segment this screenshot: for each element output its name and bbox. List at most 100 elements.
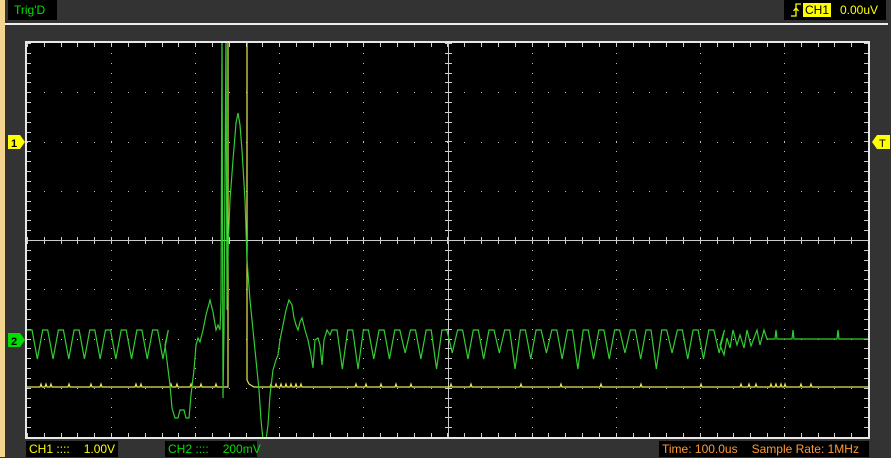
grid-mark	[363, 171, 364, 172]
grid-mark	[111, 237, 112, 244]
grid-mark	[532, 53, 533, 54]
grid-mark	[313, 43, 314, 47]
grid-mark	[27, 82, 31, 83]
grid-mark	[195, 270, 196, 271]
grid-mark	[582, 92, 583, 93]
grid-mark	[801, 191, 802, 192]
grid-mark	[666, 237, 667, 244]
grid-mark	[279, 220, 280, 221]
grid-mark	[279, 279, 280, 280]
grid-mark	[195, 417, 196, 418]
grid-mark	[445, 417, 452, 418]
grid-mark	[851, 433, 852, 437]
grid-mark	[700, 220, 701, 221]
grid-mark	[864, 151, 868, 152]
grid-mark	[111, 230, 112, 231]
grid-mark	[111, 181, 112, 182]
ch1-marker[interactable]: 1	[8, 135, 25, 150]
grid-mark	[700, 358, 701, 359]
grid-mark	[279, 368, 280, 369]
grid-mark	[767, 142, 768, 143]
ch2-marker[interactable]: 2	[8, 333, 25, 348]
grid-mark	[262, 289, 263, 290]
grid-mark	[397, 43, 398, 47]
grid-mark	[178, 237, 179, 244]
grid-mark	[784, 433, 785, 437]
grid-mark	[128, 388, 129, 389]
grid-mark	[27, 132, 31, 133]
grid-mark	[445, 181, 452, 182]
grid-mark	[700, 260, 701, 261]
grid-mark	[262, 191, 263, 192]
grid-mark	[397, 433, 398, 437]
grid-mark	[532, 427, 533, 428]
grid-mark	[864, 329, 868, 330]
grid-mark	[784, 191, 785, 192]
grid-mark	[700, 270, 701, 271]
grid-mark	[27, 122, 31, 123]
grid-mark	[864, 309, 868, 310]
grid-mark	[532, 151, 533, 152]
grid-mark	[616, 191, 617, 192]
grid-mark	[633, 433, 634, 437]
grid-mark	[834, 388, 835, 389]
grid-mark	[683, 289, 684, 290]
grid-mark	[279, 82, 280, 83]
grid-mark	[666, 388, 667, 389]
grid-mark	[616, 92, 617, 93]
trigger-level-marker[interactable]: T	[872, 135, 890, 150]
ch1-label: CH1	[29, 442, 54, 456]
grid-mark	[633, 339, 634, 340]
grid-mark	[864, 250, 868, 251]
grid-mark	[851, 289, 852, 290]
grid-mark	[44, 43, 45, 47]
grid-mark	[44, 289, 45, 290]
grid-mark	[864, 427, 868, 428]
grid-mark	[767, 237, 768, 244]
grid-mark	[700, 309, 701, 310]
grid-mark	[195, 309, 196, 310]
grid-mark	[178, 142, 179, 143]
grid-mark	[212, 191, 213, 192]
grid-mark	[616, 102, 617, 103]
ch2-scale-box[interactable]: CH2 :::: 200mV	[165, 441, 261, 457]
grid-mark	[599, 388, 600, 389]
scope-display[interactable]: 1 2 T	[0, 0, 891, 457]
grid-mark	[633, 289, 634, 290]
grid-mark	[532, 92, 533, 93]
grid-mark	[363, 132, 364, 133]
grid-mark	[532, 210, 533, 211]
ch1-scale-box[interactable]: CH1 :::: 1.00V	[26, 441, 118, 457]
grid-mark	[700, 237, 701, 244]
grid-mark	[616, 210, 617, 211]
grid-mark	[851, 92, 852, 93]
grid-mark	[700, 43, 701, 47]
grid-mark	[212, 433, 213, 437]
grid-mark	[515, 433, 516, 437]
grid-mark	[111, 92, 112, 93]
grid-mark	[733, 388, 734, 389]
grid-mark	[445, 53, 452, 54]
grid-mark	[414, 142, 415, 143]
grid-mark	[498, 433, 499, 437]
grid-mark	[347, 237, 348, 244]
grid-mark	[111, 132, 112, 133]
grid-mark	[347, 388, 348, 389]
grid-mark	[94, 92, 95, 93]
grid-mark	[363, 102, 364, 103]
grid-mark	[27, 260, 31, 261]
grid-mark	[27, 339, 31, 340]
grid-mark	[445, 398, 452, 399]
grid-mark	[145, 92, 146, 93]
grid-mark	[616, 43, 617, 47]
grid-mark	[700, 92, 701, 93]
grid-mark	[195, 201, 196, 202]
grid-mark	[700, 398, 701, 399]
grid-mark	[431, 43, 432, 47]
timebase-box[interactable]: Time: 100.0us Sample Rate: 1MHz	[659, 441, 869, 457]
grid-mark	[111, 82, 112, 83]
grid-mark	[262, 142, 263, 143]
grid-mark	[313, 339, 314, 340]
grid-mark	[195, 279, 196, 280]
grid-mark	[700, 299, 701, 300]
